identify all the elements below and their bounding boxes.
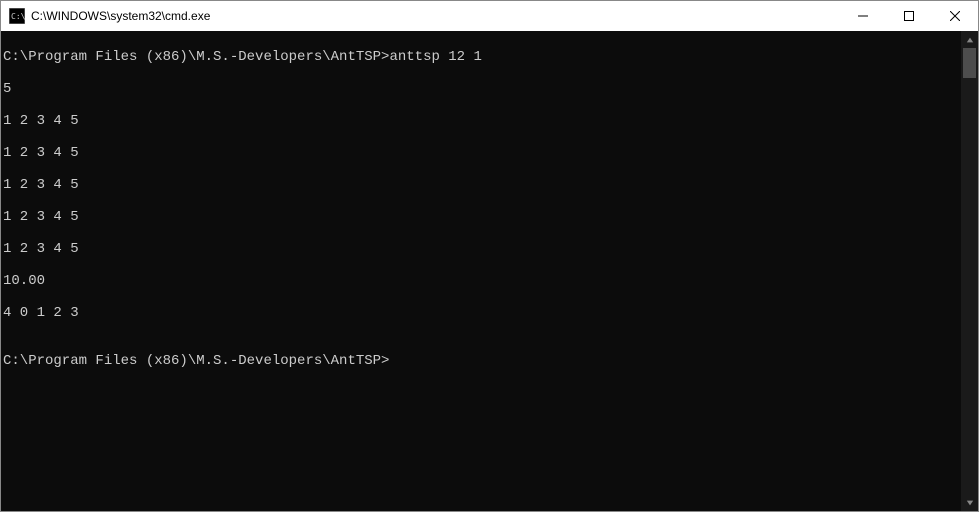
- minimize-button[interactable]: [840, 1, 886, 31]
- maximize-button[interactable]: [886, 1, 932, 31]
- terminal-area: C:\Program Files (x86)\M.S.-Developers\A…: [1, 31, 978, 511]
- terminal-line: 10.00: [3, 273, 961, 289]
- terminal-content[interactable]: C:\Program Files (x86)\M.S.-Developers\A…: [1, 31, 961, 511]
- scrollbar-thumb[interactable]: [963, 48, 976, 78]
- terminal-line: 5: [3, 81, 961, 97]
- terminal-line: 1 2 3 4 5: [3, 177, 961, 193]
- scrollbar-track[interactable]: [961, 48, 978, 494]
- terminal-line: C:\Program Files (x86)\M.S.-Developers\A…: [3, 353, 961, 369]
- terminal-line: 4 0 1 2 3: [3, 305, 961, 321]
- scroll-up-button[interactable]: [961, 31, 978, 48]
- cmd-icon: C:\: [9, 8, 25, 24]
- titlebar[interactable]: C:\ C:\WINDOWS\system32\cmd.exe: [1, 1, 978, 31]
- terminal-line: C:\Program Files (x86)\M.S.-Developers\A…: [3, 49, 961, 65]
- titlebar-buttons: [840, 1, 978, 31]
- scroll-down-button[interactable]: [961, 494, 978, 511]
- close-button[interactable]: [932, 1, 978, 31]
- terminal-line: 1 2 3 4 5: [3, 145, 961, 161]
- window-title: C:\WINDOWS\system32\cmd.exe: [31, 9, 210, 23]
- terminal-line: 1 2 3 4 5: [3, 209, 961, 225]
- terminal-line: 1 2 3 4 5: [3, 241, 961, 257]
- cmd-window: C:\ C:\WINDOWS\system32\cmd.exe: [0, 0, 979, 512]
- vertical-scrollbar[interactable]: [961, 31, 978, 511]
- terminal-line: 1 2 3 4 5: [3, 113, 961, 129]
- svg-text:C:\: C:\: [11, 12, 25, 21]
